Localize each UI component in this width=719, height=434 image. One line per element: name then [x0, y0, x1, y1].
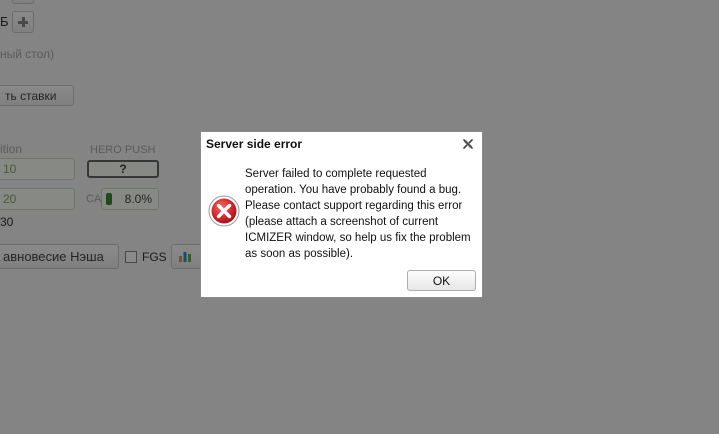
error-dialog: Server side error Server failed to compl…: [200, 131, 483, 298]
screen: Б ный стол) ть ставки ition 10 20 30 HER…: [0, 0, 719, 434]
close-icon[interactable]: [463, 139, 473, 149]
ok-button[interactable]: OK: [407, 270, 476, 291]
error-icon: [208, 195, 240, 227]
dialog-title: Server side error: [206, 137, 303, 151]
dialog-message: Server failed to complete requested oper…: [245, 168, 471, 260]
